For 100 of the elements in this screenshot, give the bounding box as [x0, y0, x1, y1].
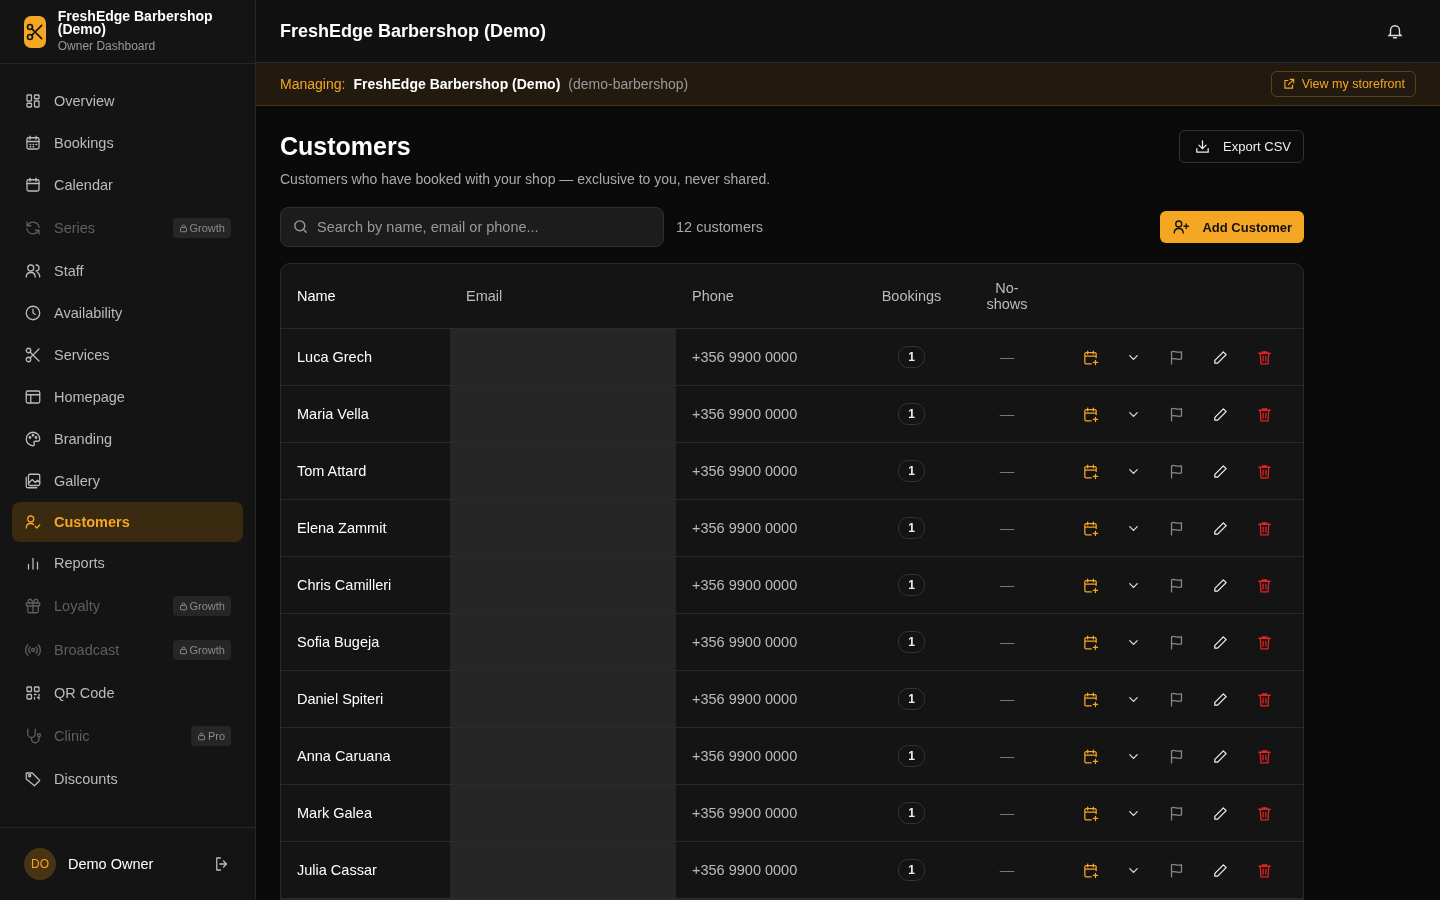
- trash-icon[interactable]: [1256, 690, 1273, 708]
- calendar-add-icon[interactable]: [1082, 690, 1099, 708]
- flag-icon[interactable]: [1168, 633, 1185, 651]
- trash-icon[interactable]: [1256, 861, 1273, 879]
- page-title: Customers: [280, 132, 412, 161]
- no-shows-value: —: [999, 577, 1015, 593]
- calendar-add-icon[interactable]: [1082, 747, 1099, 765]
- bookings-count: 1: [898, 460, 925, 482]
- calendar-add-icon[interactable]: [1082, 804, 1099, 822]
- pencil-icon[interactable]: [1212, 405, 1229, 423]
- sidebar-item[interactable]: Calendar: [12, 164, 243, 206]
- no-shows-value: —: [999, 520, 1015, 536]
- scissors-logo-icon: [24, 15, 46, 48]
- calendar-add-icon[interactable]: [1082, 633, 1099, 651]
- calendar-add-icon[interactable]: [1082, 576, 1099, 594]
- view-storefront-link[interactable]: View my storefront: [1270, 71, 1416, 98]
- pencil-icon[interactable]: [1212, 690, 1229, 708]
- flag-icon[interactable]: [1168, 519, 1185, 537]
- calendar-add-icon[interactable]: [1082, 462, 1099, 480]
- flag-icon[interactable]: [1168, 348, 1185, 366]
- column-header: Bookings: [881, 288, 942, 304]
- flag-icon[interactable]: [1168, 462, 1185, 480]
- search-field[interactable]: Search by name, email or phone...: [280, 207, 664, 247]
- sidebar-item[interactable]: Bookings: [12, 122, 243, 164]
- sidebar-item[interactable]: Clinic Pro: [12, 714, 243, 758]
- pencil-icon[interactable]: [1212, 519, 1229, 537]
- no-shows-value: —: [999, 862, 1015, 878]
- sidebar-item[interactable]: Discounts: [12, 758, 243, 800]
- pencil-icon[interactable]: [1212, 804, 1229, 822]
- nav-icon: [24, 727, 42, 745]
- brand-name: FreshEdge Barbershop (Demo): [57, 10, 214, 36]
- sidebar-item[interactable]: Reports: [12, 542, 243, 584]
- brand-subtitle: Owner Dashboard: [57, 39, 157, 53]
- no-shows-value: —: [999, 691, 1015, 707]
- nav-icon: [24, 262, 42, 280]
- nav-icon: [24, 472, 42, 490]
- nav-icon: [24, 304, 42, 322]
- add-customer-button[interactable]: Add Customer: [1160, 211, 1304, 243]
- plan-badge: Pro: [190, 726, 231, 746]
- sidebar-item[interactable]: Loyalty Growth: [12, 584, 243, 628]
- customer-name: Anna Caruana: [297, 748, 391, 764]
- nav-icon: [24, 346, 42, 364]
- user-name: Demo Owner: [68, 856, 155, 872]
- no-shows-value: —: [999, 634, 1015, 650]
- nav-icon: [24, 388, 42, 406]
- customer-name: Sofia Bugeja: [297, 634, 380, 650]
- bell-icon[interactable]: [1386, 22, 1404, 41]
- flag-icon[interactable]: [1168, 405, 1185, 423]
- user-plus-icon: [1172, 218, 1191, 236]
- sidebar-item[interactable]: Availability: [12, 292, 243, 334]
- nav-icon: [24, 597, 42, 615]
- no-shows-value: —: [999, 748, 1015, 764]
- flag-icon[interactable]: [1168, 804, 1185, 822]
- sidebar-item[interactable]: Gallery: [12, 460, 243, 502]
- nav-icon: [24, 219, 42, 237]
- sidebar-item[interactable]: Customers: [12, 502, 243, 542]
- sidebar-item[interactable]: Services: [12, 334, 243, 376]
- flag-icon[interactable]: [1168, 747, 1185, 765]
- trash-icon[interactable]: [1256, 405, 1273, 423]
- bookings-count: 1: [898, 745, 925, 767]
- sidebar-item[interactable]: Series Growth: [12, 206, 243, 250]
- bookings-count: 1: [898, 859, 925, 881]
- sidebar-item[interactable]: Overview: [12, 80, 243, 122]
- sidebar-item[interactable]: QR Code: [12, 672, 243, 714]
- customer-name: Julia Cassar: [297, 862, 377, 878]
- trash-icon[interactable]: [1256, 804, 1273, 822]
- calendar-add-icon[interactable]: [1082, 519, 1099, 537]
- bookings-count: 1: [898, 688, 925, 710]
- calendar-add-icon[interactable]: [1082, 861, 1099, 879]
- pencil-icon[interactable]: [1212, 861, 1229, 879]
- flag-icon[interactable]: [1168, 690, 1185, 708]
- calendar-add-icon[interactable]: [1082, 348, 1099, 366]
- trash-icon[interactable]: [1256, 348, 1273, 366]
- flag-icon[interactable]: [1168, 576, 1185, 594]
- managing-label: Managing:: [280, 76, 346, 93]
- column-header: No-shows: [985, 280, 1029, 312]
- calendar-add-icon[interactable]: [1082, 405, 1099, 423]
- sidebar-item[interactable]: Branding: [12, 418, 243, 460]
- sidebar-item[interactable]: Homepage: [12, 376, 243, 418]
- pencil-icon[interactable]: [1212, 633, 1229, 651]
- phone-number: +356 9900 0000: [692, 577, 798, 593]
- trash-icon[interactable]: [1256, 747, 1273, 765]
- nav-icon: [24, 176, 42, 194]
- pencil-icon[interactable]: [1212, 747, 1229, 765]
- pencil-icon[interactable]: [1212, 348, 1229, 366]
- customer-name: Chris Camilleri: [297, 577, 392, 593]
- sidebar-item[interactable]: Staff: [12, 250, 243, 292]
- pencil-icon[interactable]: [1212, 462, 1229, 480]
- sidebar-item[interactable]: Broadcast Growth: [12, 628, 243, 672]
- pencil-icon[interactable]: [1212, 576, 1229, 594]
- phone-number: +356 9900 0000: [692, 349, 798, 365]
- nav-icon: [24, 770, 42, 788]
- trash-icon[interactable]: [1256, 633, 1273, 651]
- export-csv-button[interactable]: Export CSV: [1179, 130, 1304, 163]
- flag-icon[interactable]: [1168, 861, 1185, 879]
- trash-icon[interactable]: [1256, 519, 1273, 537]
- column-header: Email: [466, 288, 503, 304]
- trash-icon[interactable]: [1256, 576, 1273, 594]
- trash-icon[interactable]: [1256, 462, 1273, 480]
- customer-count: 12 customers: [676, 219, 764, 235]
